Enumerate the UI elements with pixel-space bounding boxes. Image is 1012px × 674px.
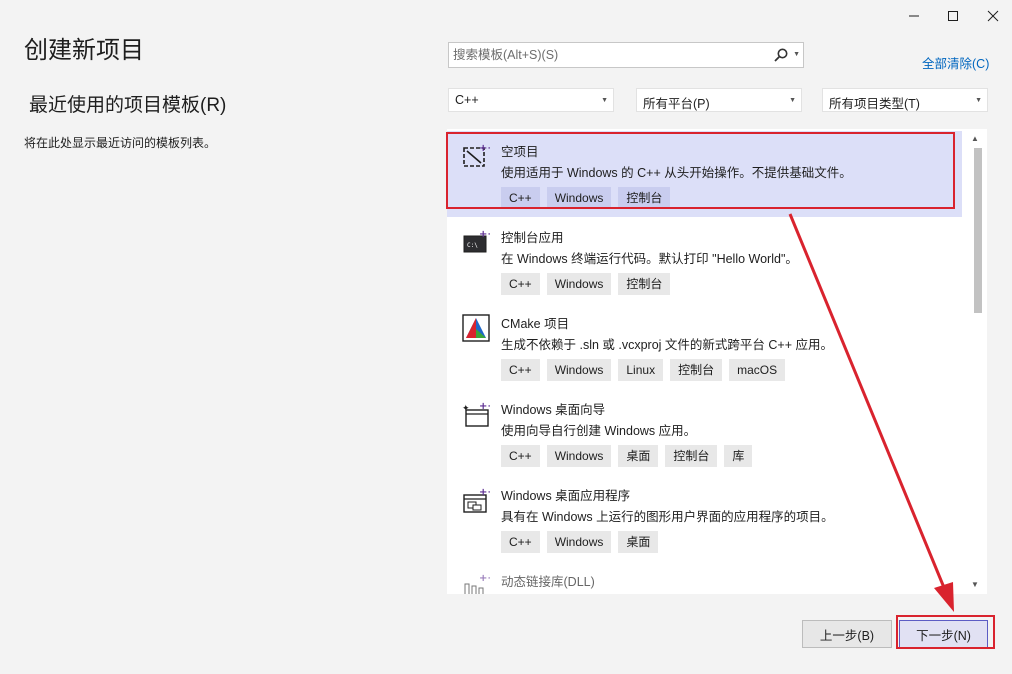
tag: Windows [546, 273, 612, 295]
template-item-console-app[interactable]: C:\ ++ 控制台应用 在 Windows 终端运行代码。默认打印 "Hell… [447, 217, 962, 303]
template-description: 在 Windows 终端运行代码。默认打印 "Hello World"。 [501, 252, 798, 266]
tag: macOS [729, 359, 786, 381]
tag: 控制台 [670, 359, 723, 381]
next-button[interactable]: 下一步(N) [899, 620, 988, 648]
tag: Windows [546, 359, 612, 381]
language-filter-value: C++ [455, 93, 479, 107]
tag: Windows [546, 445, 612, 467]
dll-icon: ++ [464, 573, 490, 594]
desktop-app-icon: ++ [463, 487, 490, 513]
template-description: 使用向导自行创建 Windows 应用。 [501, 424, 697, 438]
chevron-down-icon: ▼ [789, 97, 796, 104]
template-item-cmake-project[interactable]: CMake 项目 生成不依赖于 .sln 或 .vcxproj 文件的新式跨平台… [447, 303, 962, 389]
tag: Windows [546, 531, 612, 553]
svg-text:++: ++ [479, 573, 490, 584]
close-button[interactable] [977, 4, 1009, 28]
svg-text:✦: ✦ [462, 404, 470, 414]
tag: 桌面 [618, 445, 659, 467]
template-description: 生成不依赖于 .sln 或 .vcxproj 文件的新式跨平台 C++ 应用。 [501, 338, 833, 352]
template-item-desktop-app[interactable]: ++ Windows 桌面应用程序 具有在 Windows 上运行的图形用户界面… [447, 475, 962, 561]
language-filter[interactable]: C++ ▼ [448, 88, 614, 112]
search-box[interactable]: ▼ [448, 42, 804, 68]
search-input[interactable] [453, 46, 763, 64]
recent-templates-empty-text: 将在此处显示最近访问的模板列表。 [24, 136, 217, 150]
platform-filter-value: 所有平台(P) [643, 97, 710, 111]
template-name: 控制台应用 [501, 231, 564, 245]
template-name: Windows 桌面应用程序 [501, 489, 631, 503]
search-icon[interactable] [773, 47, 789, 63]
tag: 控制台 [618, 273, 671, 295]
tag: 桌面 [618, 531, 659, 553]
maximize-button[interactable] [937, 4, 969, 28]
tag: 控制台 [618, 187, 671, 209]
template-list[interactable]: ++ 空项目 使用适用于 Windows 的 C++ 从头开始操作。不提供基础文… [447, 129, 987, 594]
scroll-up-icon[interactable]: ▲ [971, 134, 979, 143]
template-item-dll[interactable]: ++ 动态链接库(DLL) [447, 561, 962, 594]
empty-project-icon: ++ [463, 143, 490, 167]
maximize-icon [948, 11, 958, 21]
clear-all-link[interactable]: 全部清除(C) [922, 53, 989, 72]
template-item-desktop-wizard[interactable]: ✦ ++ Windows 桌面向导 使用向导自行创建 Windows 应用。 C… [447, 389, 962, 475]
scroll-down-icon[interactable]: ▼ [971, 580, 979, 589]
svg-text:++: ++ [479, 487, 490, 498]
search-options-dropdown-icon[interactable]: ▼ [793, 51, 800, 58]
template-name: CMake 项目 [501, 317, 570, 331]
project-type-filter-value: 所有项目类型(T) [829, 97, 920, 111]
console-app-icon: C:\ ++ [463, 229, 490, 253]
tag: C++ [501, 445, 540, 467]
svg-text:++: ++ [479, 143, 490, 154]
chevron-down-icon: ▼ [975, 97, 982, 104]
tag: C++ [501, 187, 540, 209]
svg-text:C:\: C:\ [467, 242, 478, 249]
svg-text:++: ++ [479, 401, 490, 412]
template-list-scrollbar[interactable]: ▲ ▼ [968, 130, 986, 594]
template-name: 动态链接库(DLL) [501, 575, 595, 589]
template-name: 空项目 [501, 145, 539, 159]
tag: 库 [724, 445, 753, 467]
svg-text:++: ++ [479, 229, 490, 240]
minimize-icon [909, 15, 919, 17]
desktop-wizard-icon: ✦ ++ [462, 401, 490, 427]
tag: C++ [501, 359, 540, 381]
template-description: 具有在 Windows 上运行的图形用户界面的应用程序的项目。 [501, 510, 834, 524]
tag: 控制台 [665, 445, 718, 467]
project-type-filter[interactable]: 所有项目类型(T) ▼ [822, 88, 988, 112]
template-name: Windows 桌面向导 [501, 403, 606, 417]
tag: C++ [501, 273, 540, 295]
tag: C++ [501, 531, 540, 553]
page-title: 创建新项目 [24, 37, 144, 64]
scrollbar-thumb[interactable] [974, 148, 982, 313]
template-description: 使用适用于 Windows 的 C++ 从头开始操作。不提供基础文件。 [501, 166, 852, 180]
cmake-icon [462, 314, 490, 342]
close-icon [987, 10, 999, 22]
recent-templates-heading: 最近使用的项目模板(R) [29, 95, 227, 116]
tag: Windows [546, 187, 612, 209]
template-item-empty-project[interactable]: ++ 空项目 使用适用于 Windows 的 C++ 从头开始操作。不提供基础文… [447, 131, 962, 217]
chevron-down-icon: ▼ [601, 97, 608, 104]
back-button[interactable]: 上一步(B) [802, 620, 892, 648]
minimize-button[interactable] [898, 4, 930, 28]
platform-filter[interactable]: 所有平台(P) ▼ [636, 88, 802, 112]
tag: Linux [618, 359, 664, 381]
